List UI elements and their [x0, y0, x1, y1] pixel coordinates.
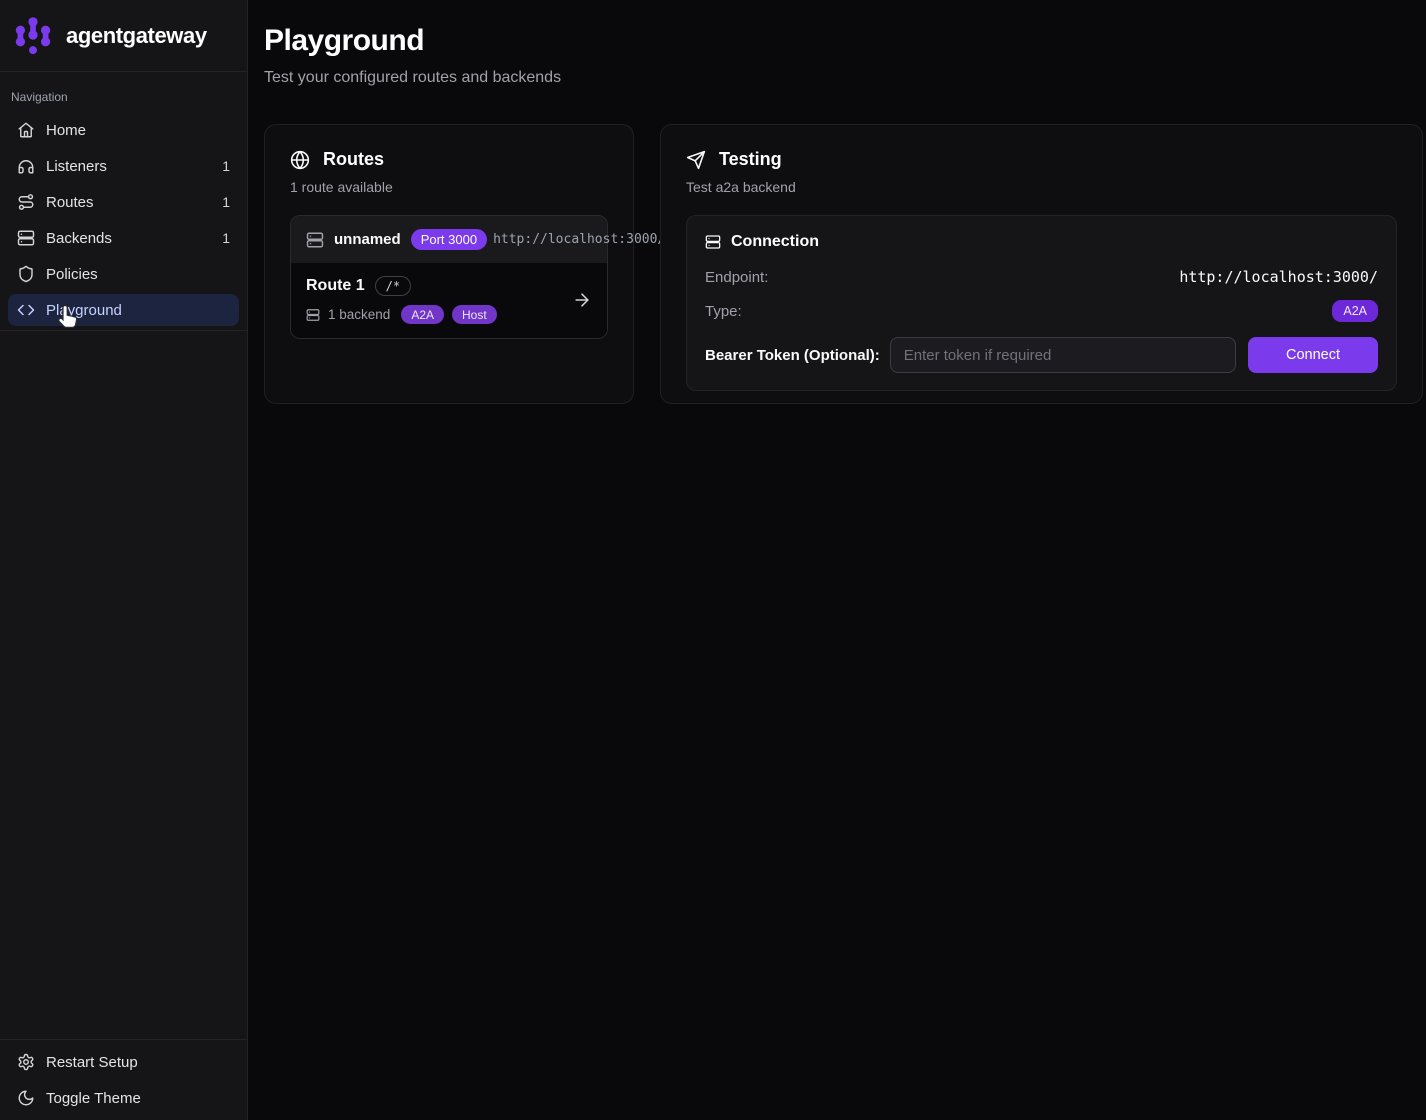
type-label: Type: [705, 303, 742, 320]
testing-card-title: Testing [719, 149, 782, 170]
sidebar: agentgateway Navigation Home Listeners 1… [0, 0, 248, 1120]
sidebar-item-count: 1 [222, 230, 230, 246]
route-icon [17, 193, 35, 211]
restart-setup-label: Restart Setup [46, 1054, 138, 1071]
sidebar-spacer [0, 339, 247, 1039]
sidebar-item-backends[interactable]: Backends 1 [8, 222, 239, 254]
sidebar-item-playground[interactable]: Playground [8, 294, 239, 326]
listener-url: http://localhost:3000/ [493, 232, 665, 247]
sidebar-item-label: Home [46, 122, 86, 139]
arrow-right-icon[interactable] [572, 290, 592, 310]
listener-group: unnamed Port 3000 http://localhost:3000/… [290, 215, 608, 339]
endpoint-value: http://localhost:3000/ [1179, 268, 1378, 286]
sidebar-footer: Restart Setup Toggle Theme [0, 1039, 247, 1120]
endpoint-row: Endpoint: http://localhost:3000/ [705, 264, 1378, 290]
connect-button[interactable]: Connect [1248, 337, 1378, 373]
globe-icon [290, 150, 310, 170]
bearer-token-input[interactable] [890, 337, 1236, 373]
type-row: Type: A2A [705, 298, 1378, 324]
listener-name: unnamed [334, 231, 401, 248]
server-icon [705, 234, 721, 250]
sidebar-nav: Navigation Home Listeners 1 Routes 1 [0, 72, 247, 339]
routes-card: Routes 1 route available unnamed Port 30… [264, 124, 634, 404]
toggle-theme-label: Toggle Theme [46, 1090, 141, 1107]
sidebar-item-label: Listeners [46, 158, 107, 175]
route-badge-a2a: A2A [401, 305, 444, 324]
testing-card-header: Testing [686, 149, 1397, 170]
route-list-item[interactable]: Route 1 /* 1 backend A2A Host [291, 263, 607, 338]
brand-name: agentgateway [66, 23, 207, 49]
route-info: Route 1 /* 1 backend A2A Host [306, 276, 497, 324]
brand-header[interactable]: agentgateway [0, 0, 247, 72]
testing-card-subtitle: Test a2a backend [686, 179, 1397, 195]
code-icon [17, 301, 35, 319]
headphones-icon [17, 157, 35, 175]
routes-card-subtitle: 1 route available [290, 179, 608, 195]
server-icon [306, 231, 324, 249]
connection-title: Connection [731, 233, 819, 251]
nav-section-label: Navigation [8, 80, 239, 114]
server-icon [306, 308, 320, 322]
sidebar-item-label: Backends [46, 230, 112, 247]
testing-card: Testing Test a2a backend Connection Endp… [660, 124, 1423, 404]
sidebar-item-label: Playground [46, 302, 122, 319]
bearer-token-label: Bearer Token (Optional): [705, 347, 880, 364]
home-icon [17, 121, 35, 139]
restart-setup-button[interactable]: Restart Setup [8, 1046, 239, 1078]
shield-icon [17, 265, 35, 283]
route-backend-count: 1 backend [328, 307, 390, 322]
agentgateway-logo-icon [12, 15, 54, 57]
sidebar-item-home[interactable]: Home [8, 114, 239, 146]
gear-icon [17, 1053, 35, 1071]
route-name: Route 1 [306, 277, 365, 295]
listener-row: unnamed Port 3000 http://localhost:3000/ [291, 216, 607, 263]
sidebar-item-routes[interactable]: Routes 1 [8, 186, 239, 218]
route-badge-host: Host [452, 305, 497, 324]
endpoint-label: Endpoint: [705, 269, 768, 286]
type-badge: A2A [1332, 300, 1378, 322]
main-content: Playground Test your configured routes a… [248, 0, 1426, 1120]
sidebar-item-label: Policies [46, 266, 98, 283]
toggle-theme-button[interactable]: Toggle Theme [8, 1082, 239, 1114]
listener-port-badge: Port 3000 [411, 229, 487, 250]
connection-panel: Connection Endpoint: http://localhost:30… [686, 215, 1397, 391]
sidebar-item-policies[interactable]: Policies [8, 258, 239, 290]
routes-card-title: Routes [323, 149, 384, 170]
sidebar-item-count: 1 [222, 194, 230, 210]
routes-card-header: Routes [290, 149, 608, 170]
connection-header: Connection [705, 233, 1378, 251]
bearer-token-row: Bearer Token (Optional): Connect [705, 337, 1378, 373]
cards-row: Routes 1 route available unnamed Port 30… [264, 124, 1423, 404]
sidebar-item-label: Routes [46, 194, 94, 211]
moon-icon [17, 1089, 35, 1107]
route-path-badge: /* [375, 276, 411, 296]
page-subtitle: Test your configured routes and backends [264, 69, 1423, 87]
page-title: Playground [264, 24, 1423, 58]
send-icon [686, 150, 706, 170]
server-icon [17, 229, 35, 247]
sidebar-divider [0, 330, 247, 331]
sidebar-item-count: 1 [222, 158, 230, 174]
sidebar-item-listeners[interactable]: Listeners 1 [8, 150, 239, 182]
